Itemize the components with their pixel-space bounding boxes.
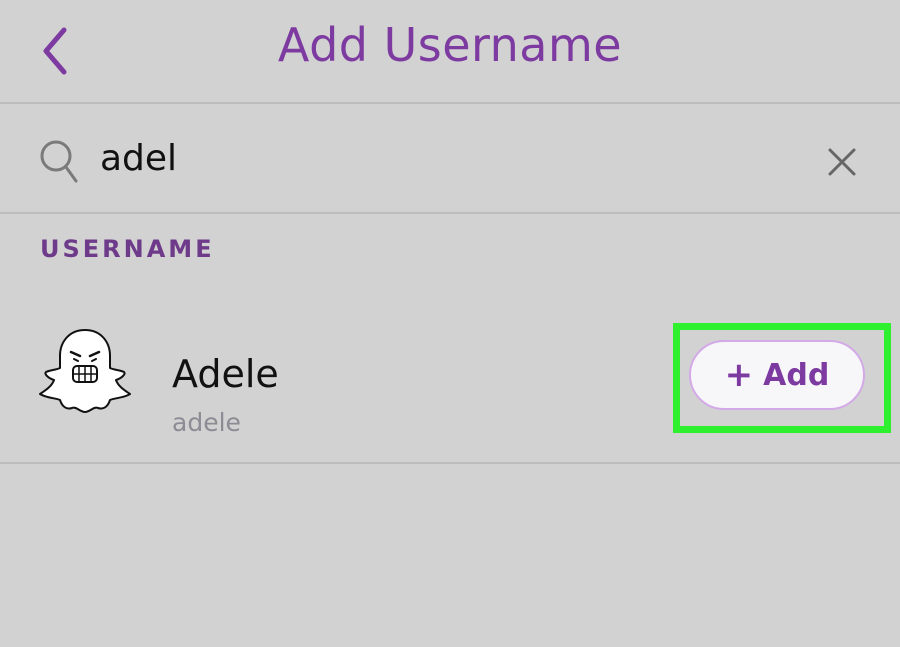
search-input[interactable] <box>100 132 780 184</box>
header-bar: Add Username <box>0 0 900 104</box>
section-label: USERNAME <box>40 235 215 263</box>
add-username-screen: Add Username USERNAME Adele <box>0 0 900 647</box>
search-icon <box>40 140 78 183</box>
plus-icon: + <box>724 355 754 395</box>
username-text: adele <box>172 408 241 437</box>
add-button-label: Add <box>763 357 830 393</box>
search-bar <box>0 104 900 214</box>
bitmoji-ghost-avatar-icon <box>39 329 131 413</box>
close-icon <box>828 148 856 176</box>
display-name: Adele <box>172 352 279 396</box>
clear-search-button[interactable] <box>818 138 866 186</box>
list-item: Adele adele + Add <box>0 300 900 464</box>
page-title: Add Username <box>277 18 623 72</box>
add-friend-button[interactable]: + Add <box>689 340 865 410</box>
